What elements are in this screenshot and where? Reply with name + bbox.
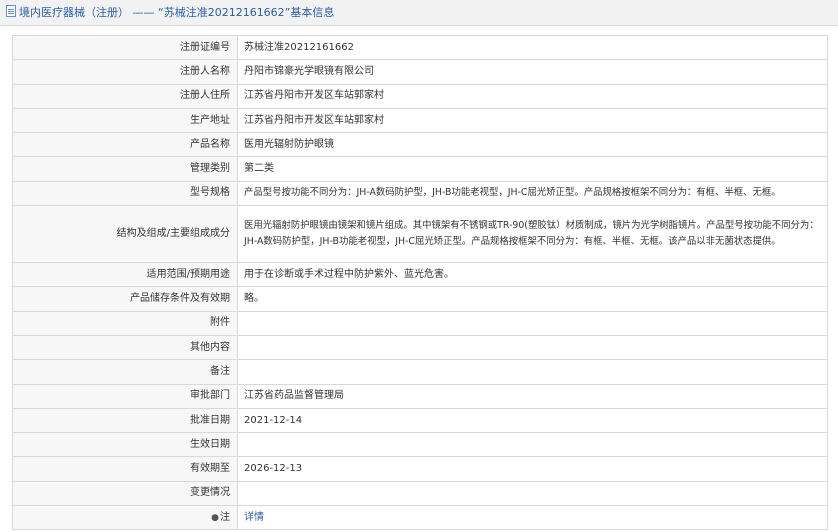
- row-value: 第二类: [237, 156, 828, 182]
- row-label: 备注: [12, 359, 238, 385]
- table-row: 其他内容: [12, 334, 828, 361]
- row-value: 医用光辐射防护眼镜: [237, 132, 828, 158]
- row-value: [237, 480, 828, 507]
- row-label: 结构及组成/主要组成成分: [12, 205, 238, 264]
- table-row: 产品名称 医用光辐射防护眼镜: [12, 132, 828, 158]
- note-label-cell: ●注: [12, 505, 238, 531]
- table-row-note: ●注 详情: [12, 505, 828, 531]
- row-label: 注册人住所: [12, 83, 238, 109]
- row-label: 注册人名称: [12, 59, 238, 85]
- row-label: 生效日期: [12, 432, 238, 458]
- row-value: 用于在诊断或手术过程中防护紫外、蓝光危害。: [237, 262, 828, 288]
- row-value: [237, 359, 828, 385]
- table-row: 注册人住所 江苏省丹阳市开发区车站郭家村: [12, 83, 828, 109]
- row-value: 略。: [237, 286, 828, 312]
- row-value: 丹阳市锦豪光学眼镜有限公司: [237, 59, 828, 85]
- row-label: 附件: [12, 310, 238, 336]
- table-row: 批准日期 2021-12-14: [12, 407, 828, 434]
- row-label: 变更情况: [12, 480, 238, 507]
- table-row: 注册人名称 丹阳市锦豪光学眼镜有限公司: [12, 59, 828, 85]
- row-label: 批准日期: [12, 407, 238, 434]
- row-label: 生产地址: [12, 107, 238, 134]
- row-label: 审批部门: [12, 383, 238, 409]
- row-value: [237, 310, 828, 336]
- table-row: 生效日期: [12, 432, 828, 458]
- row-label: 注册证编号: [12, 34, 238, 61]
- row-value: 江苏省丹阳市开发区车站郭家村: [237, 107, 828, 134]
- table-row: 生产地址 江苏省丹阳市开发区车站郭家村: [12, 107, 828, 134]
- detail-link[interactable]: 详情: [244, 512, 264, 523]
- table-row: 审批部门 江苏省药品监督管理局: [12, 383, 828, 409]
- document-icon: [6, 5, 16, 17]
- row-value: 产品型号按功能不同分为：JH-A数码防护型，JH-B功能老视型，JH-C屈光矫正…: [237, 180, 828, 207]
- table-row: 管理类别 第二类: [12, 156, 828, 182]
- table-row: 结构及组成/主要组成成分 医用光辐射防护眼镜由镜架和镜片组成。其中镜架有不锈钢或T…: [12, 205, 828, 264]
- row-value: 2021-12-14: [237, 407, 828, 434]
- note-value-cell: 详情: [237, 505, 828, 531]
- row-value: 苏械注准20212161662: [237, 34, 828, 61]
- row-label: 产品名称: [12, 132, 238, 158]
- row-label: 适用范围/预期用途: [12, 262, 238, 288]
- header-separator: ——: [132, 6, 155, 19]
- header-category: 境内医疗器械（注册）: [19, 6, 129, 19]
- row-label: 管理类别: [12, 156, 238, 182]
- row-value: 江苏省丹阳市开发区车站郭家村: [237, 83, 828, 109]
- row-value: 江苏省药品监督管理局: [237, 383, 828, 409]
- content-area: 注册证编号 苏械注准20212161662 注册人名称 丹阳市锦豪光学眼镜有限公司 …: [0, 26, 838, 531]
- row-value: 2026-12-13: [237, 456, 828, 482]
- info-table: 注册证编号 苏械注准20212161662 注册人名称 丹阳市锦豪光学眼镜有限公司 …: [12, 34, 828, 531]
- header-title: “苏械注准20212161662”基本信息: [158, 6, 335, 19]
- row-label: 产品储存条件及有效期: [12, 286, 238, 312]
- row-value: [237, 334, 828, 361]
- table-row: 附件: [12, 310, 828, 336]
- bullet-icon: ●: [211, 512, 219, 523]
- table-row: 产品储存条件及有效期 略。: [12, 286, 828, 312]
- row-label: 有效期至: [12, 456, 238, 482]
- row-label: 其他内容: [12, 334, 238, 361]
- page-header: 境内医疗器械（注册） —— “苏械注准20212161662”基本信息: [0, 0, 838, 26]
- table-row: 备注: [12, 359, 828, 385]
- table-row: 注册证编号 苏械注准20212161662: [12, 34, 828, 61]
- table-row: 有效期至 2026-12-13: [12, 456, 828, 482]
- table-row: 适用范围/预期用途 用于在诊断或手术过程中防护紫外、蓝光危害。: [12, 262, 828, 288]
- row-value: 医用光辐射防护眼镜由镜架和镜片组成。其中镜架有不锈钢或TR-90(塑胶钛）材质制…: [237, 205, 828, 264]
- row-label: 型号规格: [12, 180, 238, 207]
- table-row: 型号规格 产品型号按功能不同分为：JH-A数码防护型，JH-B功能老视型，JH-C…: [12, 180, 828, 207]
- row-value: [237, 432, 828, 458]
- note-label: 注: [220, 511, 230, 523]
- table-row: 变更情况: [12, 480, 828, 507]
